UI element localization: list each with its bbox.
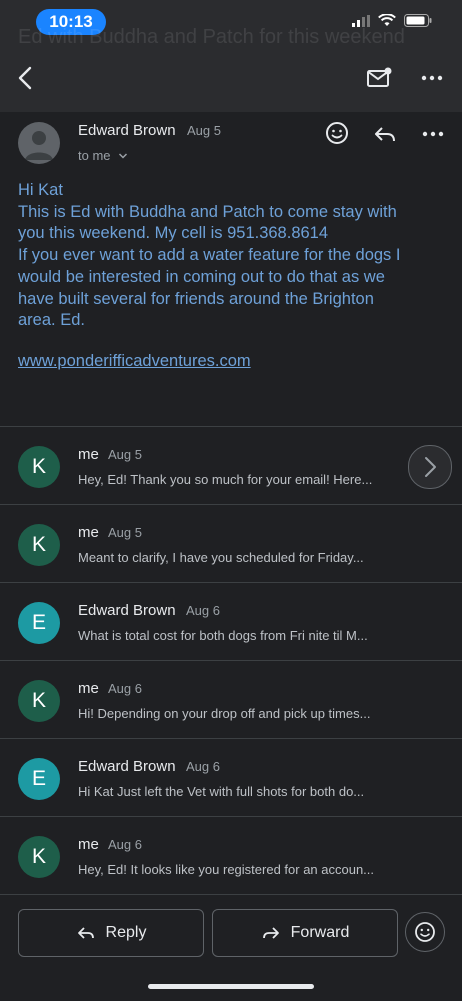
forward-label: Forward <box>290 924 350 941</box>
sender-avatar[interactable] <box>18 122 60 164</box>
thread-avatar: K <box>18 524 60 566</box>
body-line: would be interested in coming out to do … <box>18 267 385 286</box>
body-line: area. Ed. <box>18 311 85 330</box>
thread-item[interactable]: K me Aug 6 Hi! Depending on your drop of… <box>0 660 462 739</box>
thread-date: Aug 5 <box>108 447 142 462</box>
body-line[interactable]: you this weekend. My cell is 951.368.861… <box>18 223 448 245</box>
thread-sender: me <box>78 524 99 541</box>
forward-icon <box>262 927 279 939</box>
message-body: Hi Kat This is Ed with Buddha and Patch … <box>18 180 448 332</box>
thread-item[interactable]: K me Aug 5 Meant to clarify, I have you … <box>0 504 462 583</box>
home-indicator[interactable] <box>148 984 314 989</box>
thread-snippet: Hi Kat Just left the Vet with full shots… <box>78 784 365 799</box>
thread-date: Aug 6 <box>108 681 142 696</box>
mark-unread-button[interactable] <box>366 66 394 90</box>
thread-avatar: E <box>18 602 60 644</box>
body-line: have built several for friends around th… <box>18 289 374 308</box>
thread-avatar: K <box>18 446 60 488</box>
thread-sender: me <box>78 446 99 463</box>
body-line: This is Ed with Buddha and Patch to come… <box>18 202 397 221</box>
mark-unread-icon <box>367 67 392 87</box>
thread-date: Aug 5 <box>108 525 142 540</box>
forward-button[interactable]: Forward <box>212 909 398 957</box>
more-horiz-icon <box>422 131 444 137</box>
signal-icon <box>352 14 370 27</box>
message-date: Aug 5 <box>187 123 221 138</box>
back-arrow-icon <box>18 66 32 90</box>
message-more-button[interactable] <box>420 122 446 146</box>
thread-sender: Edward Brown <box>78 602 176 619</box>
thread-snippet: Hey, Ed! It looks like you registered fo… <box>78 862 375 877</box>
thread-snippet: Meant to clarify, I have you scheduled f… <box>78 550 364 565</box>
thread-snippet: Hi! Depending on your drop off and pick … <box>78 706 371 721</box>
body-line: Hi Kat <box>18 181 63 199</box>
add-reaction-button[interactable] <box>324 120 350 146</box>
thread-snippet: Hey, Ed! Thank you so much for your emai… <box>78 472 373 487</box>
thread-date: Aug 6 <box>186 759 220 774</box>
body-line: If you ever want to add a water feature … <box>18 246 401 265</box>
recipients-toggle[interactable]: to me <box>78 148 128 163</box>
reply-icon <box>77 927 94 939</box>
thread-sender: Edward Brown <box>78 758 176 775</box>
chevron-right-icon <box>425 457 436 477</box>
reply-button[interactable]: Reply <box>18 909 204 957</box>
recipients-label: to me <box>78 148 111 163</box>
website-link[interactable]: www.ponderifficadventures.com <box>18 352 251 371</box>
thread-date: Aug 6 <box>186 603 220 618</box>
react-emoji-button[interactable] <box>405 912 445 952</box>
thread-sender: me <box>78 680 99 697</box>
thread-item[interactable]: E Edward Brown Aug 6 What is total cost … <box>0 582 462 661</box>
emoji-icon <box>326 122 348 144</box>
reply-icon <box>375 127 395 142</box>
more-horiz-icon <box>421 75 443 81</box>
reply-label: Reply <box>105 924 147 941</box>
thread-date: Aug 6 <box>108 837 142 852</box>
thread-sender: me <box>78 836 99 853</box>
back-button[interactable] <box>12 64 40 92</box>
reply-button-header[interactable] <box>372 122 398 146</box>
thread-item[interactable]: K me Aug 5 Hey, Ed! Thank you so much fo… <box>0 426 462 505</box>
sender-name[interactable]: Edward Brown <box>78 122 176 139</box>
next-message-button[interactable] <box>408 445 452 489</box>
more-options-button[interactable] <box>418 66 446 90</box>
thread-item[interactable]: K me Aug 6 Hey, Ed! It looks like you re… <box>0 816 462 895</box>
thread-snippet: What is total cost for both dogs from Fr… <box>78 628 368 643</box>
chevron-down-icon <box>119 153 128 159</box>
thread-avatar: K <box>18 836 60 878</box>
thread-item[interactable]: E Edward Brown Aug 6 Hi Kat Just left th… <box>0 738 462 817</box>
emoji-icon <box>415 922 435 942</box>
thread-avatar: K <box>18 680 60 722</box>
person-icon <box>25 131 53 160</box>
thread-avatar: E <box>18 758 60 800</box>
top-app-bar <box>0 44 462 112</box>
